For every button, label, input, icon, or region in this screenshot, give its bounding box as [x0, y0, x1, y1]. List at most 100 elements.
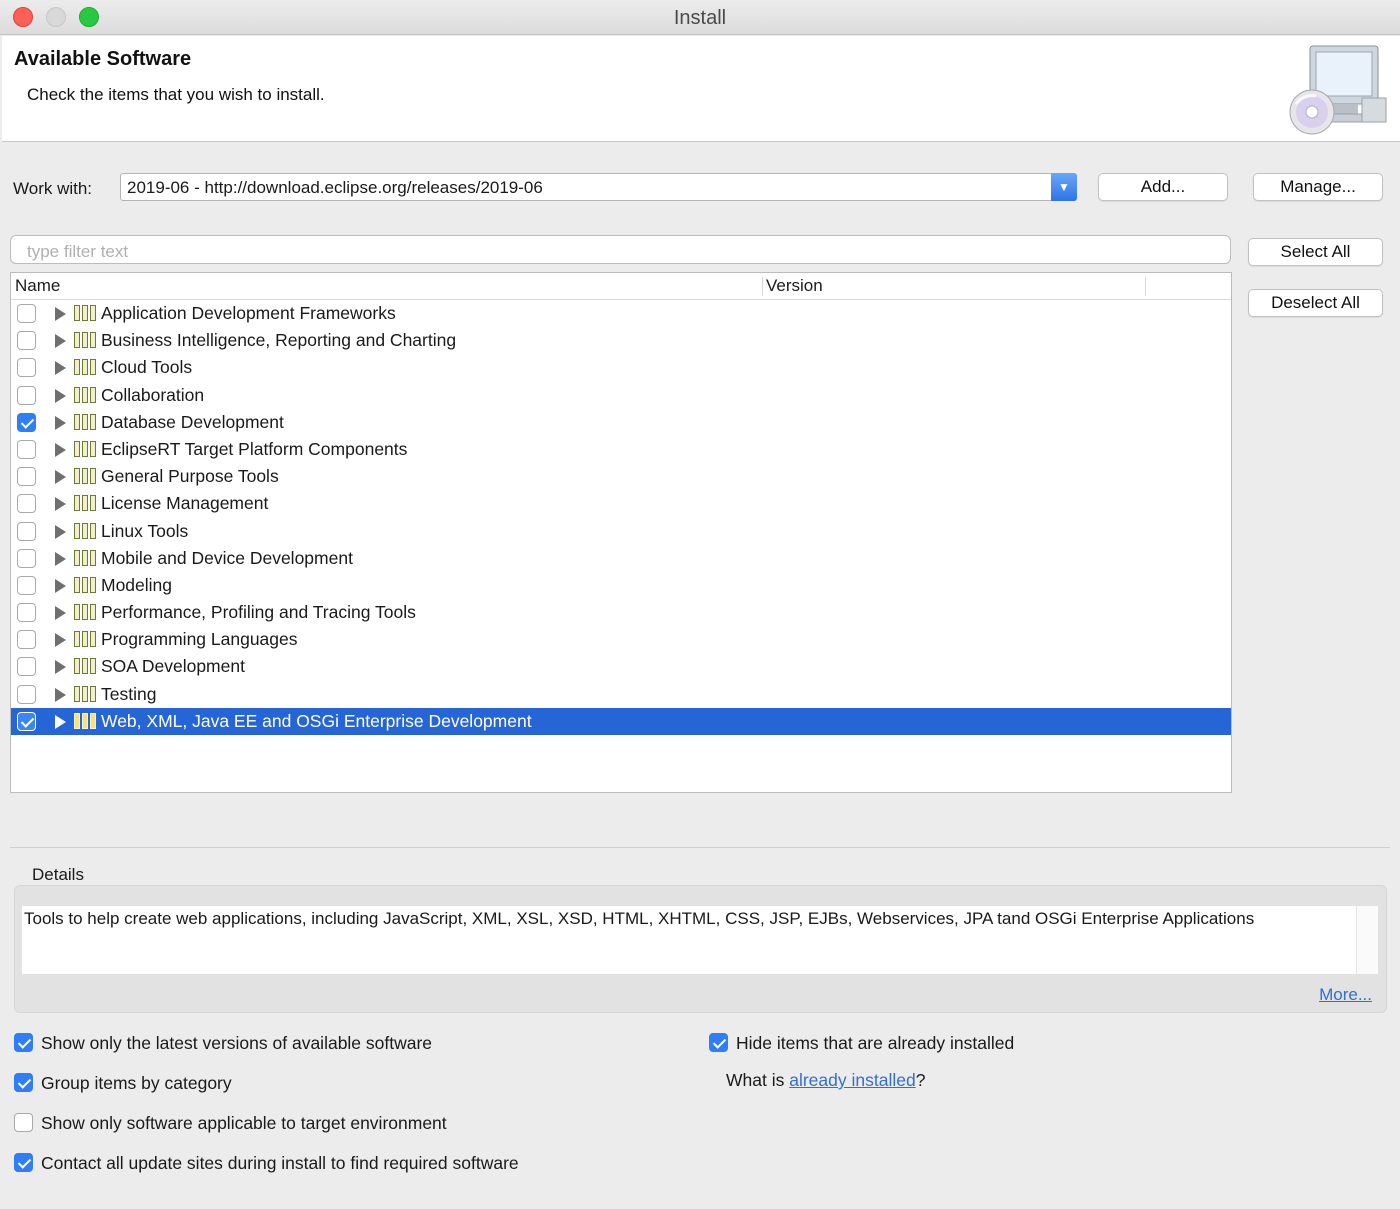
table-row[interactable]: Collaboration — [11, 382, 1231, 409]
contact-update-sites-label: Contact all update sites during install … — [41, 1153, 519, 1173]
row-checkbox[interactable] — [17, 467, 36, 487]
latest-versions-label: Show only the latest versions of availab… — [41, 1033, 433, 1053]
table-row[interactable]: General Purpose Tools — [11, 463, 1231, 490]
hide-installed-label: Hide items that are already installed — [736, 1033, 1015, 1053]
category-icon — [74, 549, 96, 566]
row-checkbox[interactable] — [17, 548, 36, 568]
row-checkbox[interactable] — [17, 439, 36, 459]
expand-triangle-icon[interactable] — [55, 334, 66, 349]
table-row[interactable]: Linux Tools — [11, 518, 1231, 545]
details-scrollbar[interactable] — [1356, 906, 1378, 974]
expand-triangle-icon[interactable] — [55, 578, 66, 593]
row-checkbox[interactable] — [17, 711, 36, 731]
what-is-suffix: ? — [915, 1070, 926, 1090]
column-header-name[interactable]: Name — [15, 276, 60, 296]
table-row[interactable]: Mobile and Device Development — [11, 545, 1231, 572]
expand-triangle-icon[interactable] — [55, 551, 66, 566]
details-label: Details — [32, 865, 84, 884]
table-row[interactable]: Database Development — [11, 409, 1231, 436]
row-label: General Purpose Tools — [101, 466, 279, 487]
column-divider[interactable] — [762, 277, 763, 296]
target-environment-label: Show only software applicable to target … — [41, 1113, 447, 1133]
target-environment-checkbox[interactable] — [14, 1113, 33, 1132]
already-installed-link[interactable]: already installed — [789, 1070, 915, 1090]
row-checkbox[interactable] — [17, 412, 36, 432]
row-checkbox[interactable] — [17, 684, 36, 704]
row-label: Collaboration — [101, 384, 205, 405]
add-site-button[interactable]: Add... — [1098, 173, 1228, 201]
row-label: Application Development Frameworks — [101, 303, 396, 323]
title-bar: Install — [0, 0, 1400, 35]
table-row[interactable]: Programming Languages — [11, 626, 1231, 653]
manage-sites-button[interactable]: Manage... — [1253, 173, 1383, 201]
category-icon — [74, 305, 96, 321]
expand-triangle-icon[interactable] — [55, 388, 66, 403]
row-label: Mobile and Device Development — [101, 547, 353, 568]
expand-triangle-icon[interactable] — [55, 633, 66, 648]
expand-triangle-icon[interactable] — [55, 524, 66, 539]
table-row[interactable]: Testing — [11, 681, 1231, 708]
deselect-all-button[interactable]: Deselect All — [1248, 289, 1383, 317]
expand-triangle-icon[interactable] — [55, 442, 66, 457]
table-row[interactable]: Business Intelligence, Reporting and Cha… — [11, 327, 1231, 354]
hide-installed-checkbox[interactable] — [709, 1033, 728, 1052]
expand-triangle-icon[interactable] — [55, 687, 66, 702]
table-row[interactable]: EclipseRT Target Platform Components — [11, 436, 1231, 463]
row-checkbox[interactable] — [17, 521, 36, 541]
row-label: Database Development — [101, 411, 284, 432]
wizard-banner: Available Software Check the items that … — [2, 36, 1400, 142]
row-checkbox[interactable] — [17, 358, 36, 378]
expand-triangle-icon[interactable] — [55, 606, 66, 621]
category-icon — [74, 413, 96, 430]
work-with-value: 2019-06 - http://download.eclipse.org/re… — [127, 178, 543, 197]
category-icon — [74, 685, 96, 702]
category-icon — [74, 576, 96, 593]
category-icon — [74, 495, 96, 512]
row-checkbox[interactable] — [17, 657, 36, 677]
latest-versions-checkbox[interactable] — [14, 1033, 33, 1052]
software-tree[interactable]: Name Version Application Development Fra… — [10, 272, 1232, 793]
expand-triangle-icon[interactable] — [55, 361, 66, 376]
filter-input[interactable] — [10, 235, 1231, 264]
table-row[interactable]: Web, XML, Java EE and OSGi Enterprise De… — [11, 707, 1231, 735]
group-by-category-checkbox[interactable] — [14, 1073, 33, 1092]
expand-triangle-icon[interactable] — [55, 660, 66, 675]
category-icon — [74, 468, 96, 485]
row-label: Performance, Profiling and Tracing Tools — [101, 602, 416, 623]
category-icon — [74, 332, 96, 349]
what-is-prefix: What is — [726, 1070, 790, 1090]
row-checkbox[interactable] — [17, 630, 36, 650]
table-row[interactable]: Cloud Tools — [11, 354, 1231, 381]
select-all-button[interactable]: Select All — [1248, 238, 1383, 266]
more-link[interactable]: More... — [1319, 985, 1372, 1005]
expand-triangle-icon[interactable] — [55, 307, 66, 321]
table-row[interactable]: License Management — [11, 490, 1231, 517]
row-label: Testing — [101, 683, 157, 704]
row-label: Business Intelligence, Reporting and Cha… — [101, 330, 457, 351]
row-checkbox[interactable] — [17, 331, 36, 351]
table-row[interactable]: Application Development Frameworks — [11, 300, 1231, 327]
category-icon — [74, 631, 96, 648]
banner-title: Available Software — [14, 48, 192, 70]
chevron-down-icon[interactable]: ▼ — [1051, 173, 1077, 201]
row-checkbox[interactable] — [17, 575, 36, 595]
column-header-version[interactable]: Version — [766, 276, 823, 296]
row-checkbox[interactable] — [17, 603, 36, 623]
row-checkbox[interactable] — [17, 304, 36, 323]
column-divider[interactable] — [1145, 277, 1146, 296]
table-row[interactable]: Modeling — [11, 572, 1231, 599]
expand-triangle-icon[interactable] — [55, 415, 66, 430]
table-row[interactable]: SOA Development — [11, 653, 1231, 680]
row-checkbox[interactable] — [17, 385, 36, 405]
row-label: Modeling — [101, 574, 173, 595]
contact-update-sites-checkbox[interactable] — [14, 1153, 33, 1172]
row-checkbox[interactable] — [17, 494, 36, 514]
expand-triangle-icon[interactable] — [55, 470, 66, 485]
work-with-combo[interactable]: 2019-06 - http://download.eclipse.org/re… — [120, 173, 1077, 201]
table-row[interactable]: Performance, Profiling and Tracing Tools — [11, 599, 1231, 626]
expand-triangle-icon[interactable] — [55, 714, 66, 729]
category-icon — [74, 386, 96, 403]
section-divider — [10, 847, 1390, 848]
expand-triangle-icon[interactable] — [55, 497, 66, 512]
category-icon — [74, 359, 96, 376]
